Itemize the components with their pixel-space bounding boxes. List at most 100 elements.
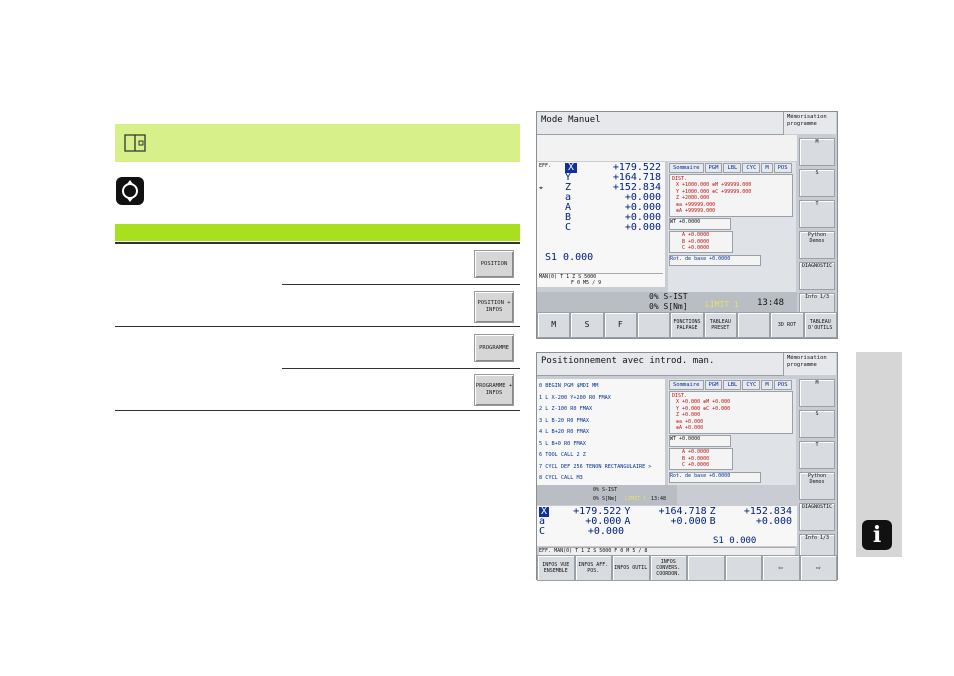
program-line: 6 TOOL CALL 2 Z: [539, 452, 586, 458]
status-tab[interactable]: LBL: [723, 380, 742, 390]
programme-softkey[interactable]: PROGRAMME: [474, 334, 514, 362]
override-s-ist: 0% S-IST: [593, 487, 618, 493]
axis-name: A: [624, 516, 631, 527]
program-line: 7 CYCL DEF 256 TENON RECTANGULAIRE >: [539, 463, 652, 470]
position-softkey[interactable]: POSITION: [474, 250, 514, 278]
axis-value: +0.000: [670, 516, 707, 527]
side-softkey[interactable]: Python Demos: [799, 472, 835, 500]
bottom-softkey[interactable]: [636, 312, 671, 338]
side-softkey[interactable]: S: [799, 410, 835, 438]
status-tab[interactable]: M: [761, 163, 773, 173]
status-tab[interactable]: M: [761, 380, 773, 390]
base-rotation: Rot. de base +0.0000: [669, 472, 761, 483]
rotation-row: C +0.0000: [682, 245, 710, 251]
position-infos-softkey[interactable]: POSITION + INFOS: [474, 291, 514, 323]
bottom-softkey[interactable]: ⇨: [799, 555, 837, 581]
status-tab[interactable]: POS: [773, 380, 792, 390]
bottom-softkey[interactable]: FONCTIONS PALPAGE: [670, 312, 704, 338]
axis-value: +0.000: [624, 222, 661, 233]
screen-title: Mode Manuel: [537, 112, 784, 135]
bottom-softkey[interactable]: M: [537, 312, 571, 338]
bottom-softkey[interactable]: F: [603, 312, 637, 338]
axis-name: B: [709, 516, 716, 527]
memo-button[interactable]: Mémorisation programme: [783, 353, 836, 375]
spindle-value: S1 0.000: [545, 252, 594, 263]
info-icon: i: [862, 520, 892, 550]
row-divider: [115, 326, 520, 327]
mdi-screen: Positionnement avec introd. man. Mémoris…: [536, 352, 838, 581]
screen-title: Positionnement avec introd. man.: [537, 353, 784, 376]
status-tab[interactable]: Sommaire: [669, 163, 704, 173]
program-line: 2 L Z-100 R0 FMAX: [539, 406, 593, 412]
manual-book-icon: [123, 132, 149, 154]
bottom-softkey[interactable]: S: [570, 312, 604, 338]
side-softkey[interactable]: DIAGNOSTIC: [799, 262, 835, 290]
rotation-panel: A +0.0000 B +0.0000 C +0.0000: [669, 231, 733, 253]
programme-infos-softkey[interactable]: PROGRAMME + INFOS: [474, 374, 514, 406]
note-box: [115, 124, 520, 162]
bottom-softkey[interactable]: TABLEAU PRESET: [703, 312, 737, 338]
axis-value: +0.000: [755, 516, 792, 527]
limit-indicator: LIMIT 1: [705, 300, 739, 309]
bottom-softkey[interactable]: [724, 555, 762, 581]
override-s-ist: 0% S-IST: [649, 292, 688, 301]
memo-button[interactable]: Mémorisation programme: [783, 112, 836, 134]
side-softkey[interactable]: T: [799, 441, 835, 469]
dist-row: ⊕A +0.000: [676, 425, 704, 431]
machine-cycle-icon: [116, 177, 144, 205]
wt-field: WT +0.0000: [669, 435, 731, 447]
status-row: EFF. MAN(0) T 1 Z S 5000 F 0 M 5 / 8: [539, 547, 795, 555]
side-softkey[interactable]: Python Demos: [799, 231, 835, 259]
dist-panel: DIST. X +0.000 ⊕M +0.000 Y +0.000 ⊕C +0.0…: [669, 391, 793, 434]
status-tab[interactable]: LBL: [723, 163, 742, 173]
side-softkey[interactable]: DIAGNOSTIC: [799, 503, 835, 531]
dist-row: X +1000.000 ⊕M +99999.000: [676, 182, 752, 188]
status-tab[interactable]: PGM: [704, 163, 723, 173]
bottom-softkey[interactable]: TABLEAU D'OUTILS: [803, 312, 837, 338]
program-line: 3 L B-20 R0 FMAX: [539, 417, 589, 424]
side-softkey[interactable]: S: [799, 169, 835, 197]
table-header: [115, 224, 520, 241]
rotation-row: A +0.0000: [682, 232, 710, 238]
program-line: 8 CYCL CALL M3: [539, 475, 583, 481]
side-softkey[interactable]: M: [799, 138, 835, 166]
bottom-softkey[interactable]: [736, 312, 771, 338]
axis-cell: C +0.000: [539, 527, 627, 537]
bottom-softkey[interactable]: ⇦: [762, 555, 800, 581]
bottom-softkey[interactable]: 3D ROT: [770, 312, 804, 338]
axis-cell: A +0.000: [624, 517, 709, 527]
status-tab[interactable]: CYC: [742, 163, 761, 173]
status-values: MAN(0) T 1 Z S 5000 F 0 M 5 / 8: [554, 548, 648, 554]
rotation-row: C +0.0000: [682, 462, 710, 468]
override-s-nm: 0% S[Nm]: [593, 496, 618, 502]
eff-label: EFF.: [539, 548, 552, 554]
program-line: 0 BEGIN PGM $MDI MM: [539, 383, 599, 389]
status-tab[interactable]: Sommaire: [669, 380, 704, 390]
program-line: 5 L B+0 R0 FMAX: [539, 440, 586, 447]
status-tab[interactable]: CYC: [742, 380, 761, 390]
override-bar: 0% S-IST 0% S[Nm] LIMIT 1 13:48: [537, 485, 677, 505]
base-rotation: Rot. de base +0.0000: [669, 255, 761, 266]
bottom-softkey[interactable]: [687, 555, 725, 581]
bottom-softkey[interactable]: INFOS AFF. POS.: [574, 555, 612, 581]
rotation-panel: A +0.0000 B +0.0000 C +0.0000: [669, 448, 733, 470]
bottom-softkey[interactable]: INFOS OUTIL: [612, 555, 650, 581]
wt-field: WT +0.0000: [669, 218, 731, 230]
status-row-2: F 0 M5 / 9: [571, 280, 602, 286]
tool-icon: ⌖: [539, 184, 543, 192]
program-line: 1 L X-200 Y+200 R0 FMAX: [539, 394, 611, 401]
bottom-softkey[interactable]: INFOS VUE ENSEMBLE: [537, 555, 575, 581]
eff-label: EFF.: [539, 163, 552, 169]
spindle-value: S1 0.000: [713, 536, 757, 546]
table-bottom-rule: [115, 410, 520, 411]
position-display: EFF. ⌖ X +179.522 Y +164.718 Z +152.834 a +0.00…: [537, 162, 665, 287]
status-tab[interactable]: POS: [773, 163, 792, 173]
side-softkey[interactable]: T: [799, 200, 835, 228]
axis-row: C +0.000: [565, 223, 661, 233]
program-line: 4 L B+20 R0 FMAX: [539, 429, 589, 435]
side-softkey[interactable]: M: [799, 379, 835, 407]
status-tab[interactable]: PGM: [704, 380, 723, 390]
table-top-rule: [115, 242, 520, 244]
position-display: X +179.522 Y +164.718 Z +152.834 a +0.000 A +0.0…: [537, 506, 797, 546]
bottom-softkey[interactable]: INFOS CONVERS. COORDON.: [649, 555, 687, 581]
